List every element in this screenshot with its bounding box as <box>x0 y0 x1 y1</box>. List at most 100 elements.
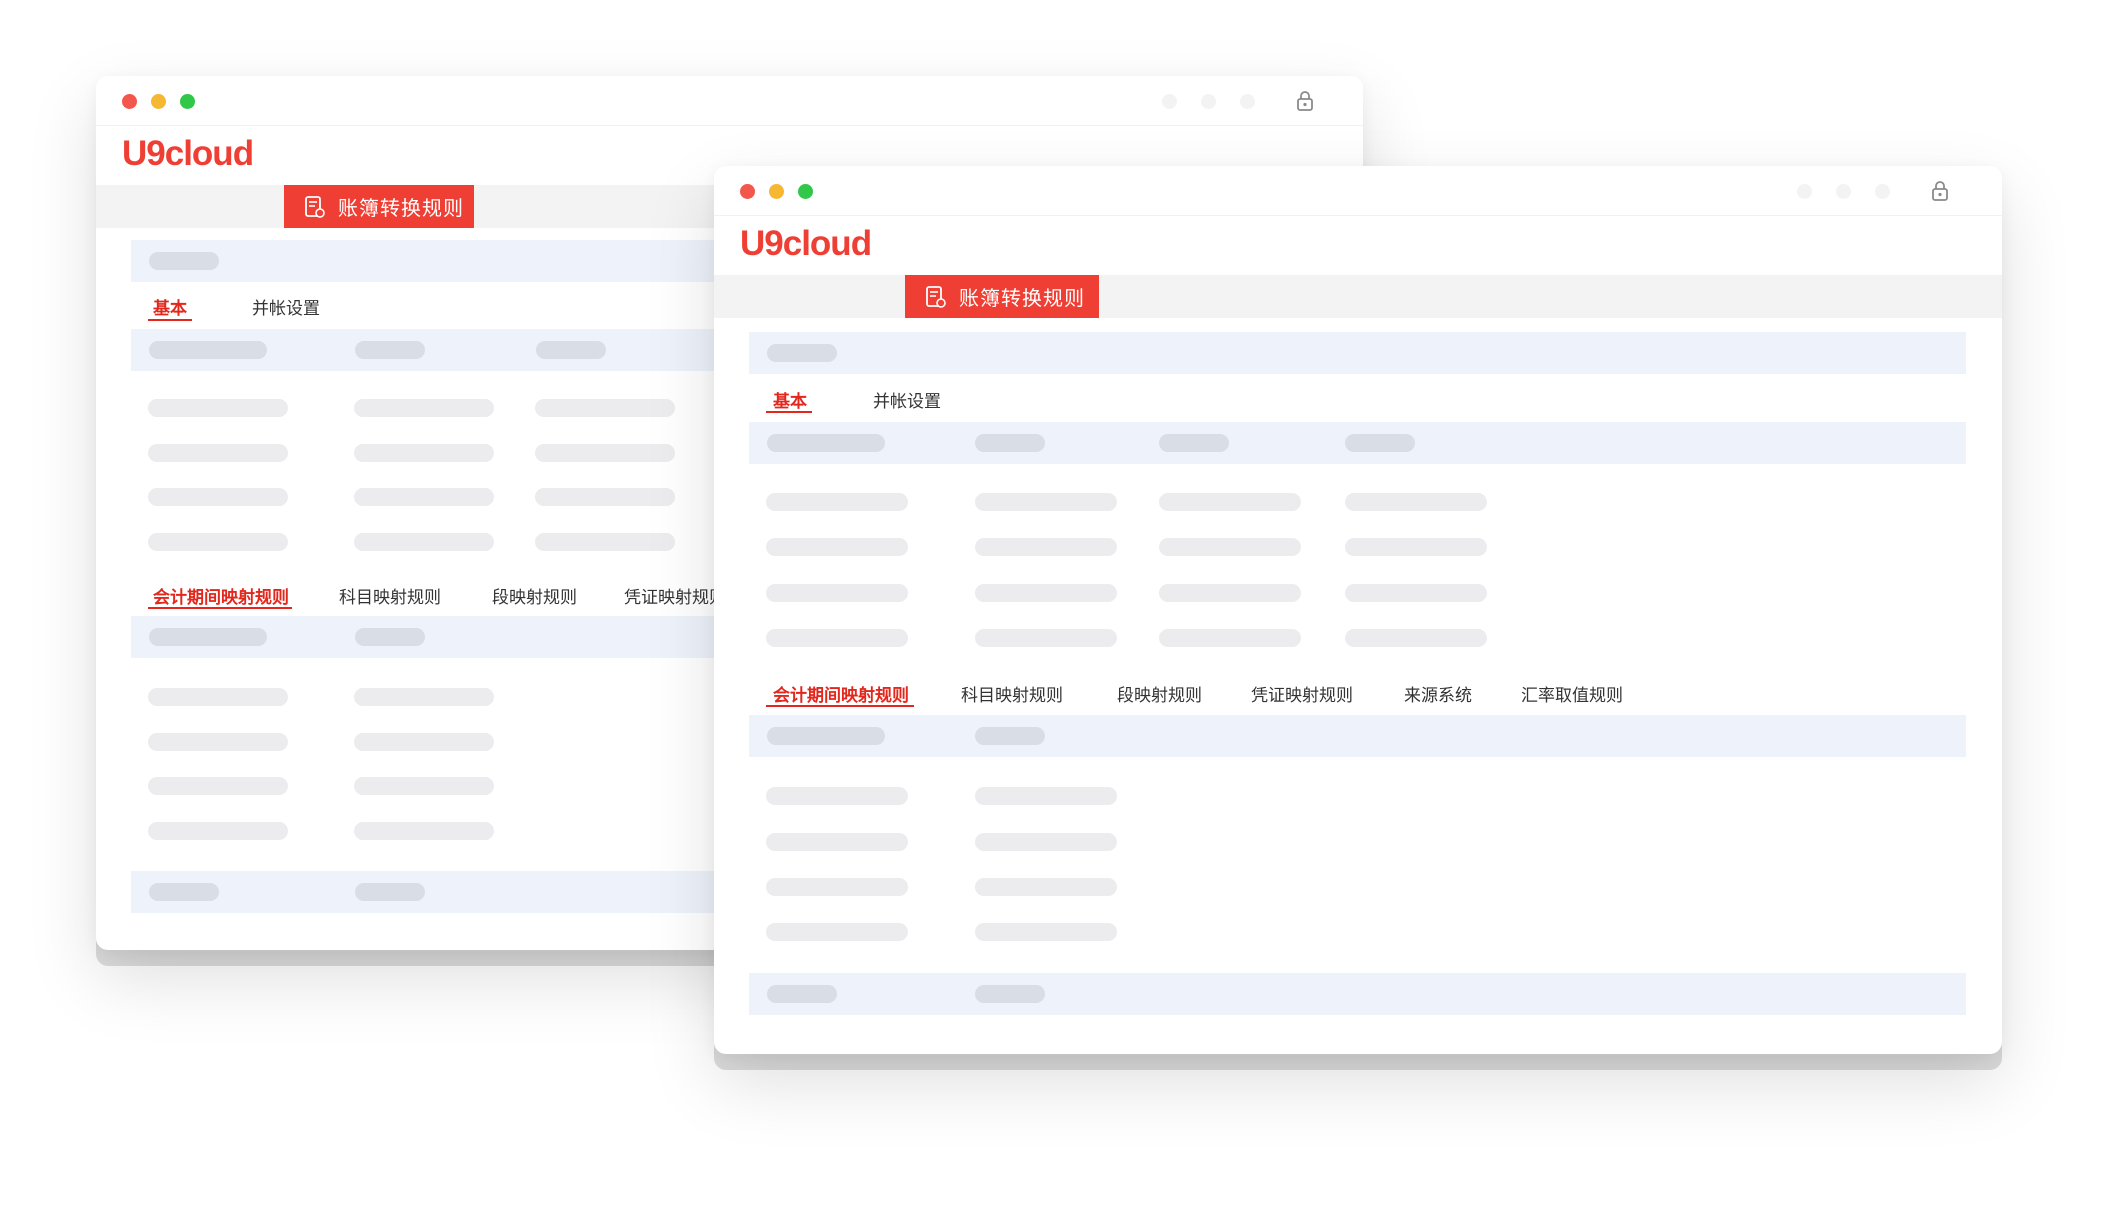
placeholder <box>1159 434 1229 452</box>
table-row <box>975 629 1117 647</box>
table-row <box>535 399 675 417</box>
table-row <box>766 787 908 805</box>
front-window: U9cloud 账簿转换规则 基本 并帐设置 会计期间映射规则 科目映射规则 段… <box>714 166 2002 1054</box>
toolbar-dot-icon[interactable] <box>1836 184 1851 199</box>
minimize-dot-icon[interactable] <box>769 184 784 199</box>
placeholder <box>149 341 267 359</box>
tab-segment-mapping[interactable]: 段映射规则 <box>492 583 577 608</box>
table-row <box>766 833 908 851</box>
placeholder <box>767 985 837 1003</box>
table-row <box>148 399 288 417</box>
zoom-dot-icon[interactable] <box>798 184 813 199</box>
tab-voucher-mapping[interactable]: 凭证映射规则 <box>1251 681 1353 706</box>
table-row <box>1345 493 1487 511</box>
placeholder <box>975 985 1045 1003</box>
table-row <box>148 488 288 506</box>
table-row <box>975 493 1117 511</box>
table-row <box>148 777 288 795</box>
placeholder <box>767 344 837 362</box>
tab-period-mapping[interactable]: 会计期间映射规则 <box>773 681 909 706</box>
tab-underline <box>766 411 812 413</box>
rules-header-bar <box>749 715 1966 757</box>
table-row <box>766 923 908 941</box>
titlebar <box>96 76 1363 126</box>
placeholder <box>355 628 425 646</box>
zoom-dot-icon[interactable] <box>180 94 195 109</box>
table-row <box>975 833 1117 851</box>
table-row <box>535 488 675 506</box>
placeholder <box>536 341 606 359</box>
placeholder <box>149 252 219 270</box>
table-row <box>1159 584 1301 602</box>
tab-period-mapping[interactable]: 会计期间映射规则 <box>153 583 289 608</box>
toolbar-dot-icon[interactable] <box>1162 94 1177 109</box>
toolbar-dot-icon[interactable] <box>1240 94 1255 109</box>
placeholder <box>975 727 1045 745</box>
table-row <box>766 629 908 647</box>
tab-segment-mapping[interactable]: 段映射规则 <box>1117 681 1202 706</box>
placeholder <box>975 434 1045 452</box>
table-row <box>148 688 288 706</box>
header-bar <box>749 332 1966 374</box>
table-row <box>148 822 288 840</box>
table-row <box>354 733 494 751</box>
tab-underline <box>148 319 192 321</box>
nav-tab-label: 账簿转换规则 <box>338 198 464 220</box>
tab-underline <box>148 607 292 609</box>
table-row <box>766 584 908 602</box>
table-row <box>354 399 494 417</box>
tab-account-mapping[interactable]: 科目映射规则 <box>339 583 441 608</box>
tab-basic[interactable]: 基本 <box>773 387 807 412</box>
table-row <box>535 444 675 462</box>
table-row <box>1345 629 1487 647</box>
table-row <box>1345 584 1487 602</box>
placeholder <box>355 883 425 901</box>
logo-text: U9cloud <box>740 224 871 263</box>
tab-merge-settings[interactable]: 并帐设置 <box>252 294 320 319</box>
tab-merge-settings[interactable]: 并帐设置 <box>873 387 941 412</box>
table-row <box>1159 493 1301 511</box>
table-row <box>354 488 494 506</box>
table-row <box>535 533 675 551</box>
tab-exchange-rate-rules[interactable]: 汇率取值规则 <box>1521 681 1623 706</box>
table-row <box>766 878 908 896</box>
close-dot-icon[interactable] <box>740 184 755 199</box>
table-row <box>1159 629 1301 647</box>
toolbar-dot-icon[interactable] <box>1201 94 1216 109</box>
table-row <box>766 493 908 511</box>
table-row <box>975 584 1117 602</box>
toolbar-dot-icon[interactable] <box>1797 184 1812 199</box>
logo: U9cloud <box>122 134 254 173</box>
table-row <box>354 533 494 551</box>
toolbar-dot-icon[interactable] <box>1875 184 1890 199</box>
placeholder <box>1345 434 1415 452</box>
table-row <box>354 822 494 840</box>
footer-bar <box>749 973 1966 1015</box>
nav-bar: 账簿转换规则 <box>714 275 2002 318</box>
table-row <box>975 878 1117 896</box>
document-icon <box>305 195 325 218</box>
nav-tab-ledger-rules[interactable]: 账簿转换规则 <box>284 185 474 228</box>
tab-account-mapping[interactable]: 科目映射规则 <box>961 681 1063 706</box>
table-row <box>975 787 1117 805</box>
table-row <box>148 533 288 551</box>
lock-icon[interactable] <box>1294 89 1316 113</box>
table-row <box>148 444 288 462</box>
nav-tab-ledger-rules[interactable]: 账簿转换规则 <box>905 275 1099 318</box>
table-row <box>1345 538 1487 556</box>
close-dot-icon[interactable] <box>122 94 137 109</box>
titlebar <box>714 166 2002 216</box>
table-row <box>354 777 494 795</box>
tab-basic[interactable]: 基本 <box>153 294 187 319</box>
table-header-bar <box>749 422 1966 464</box>
minimize-dot-icon[interactable] <box>151 94 166 109</box>
lock-icon[interactable] <box>1929 179 1951 203</box>
placeholder <box>767 727 885 745</box>
table-row <box>766 538 908 556</box>
placeholder <box>149 883 219 901</box>
placeholder <box>355 341 425 359</box>
tab-source-system[interactable]: 来源系统 <box>1404 681 1472 706</box>
tab-voucher-mapping[interactable]: 凭证映射规则 <box>624 583 726 608</box>
document-icon <box>926 285 946 308</box>
table-row <box>975 538 1117 556</box>
